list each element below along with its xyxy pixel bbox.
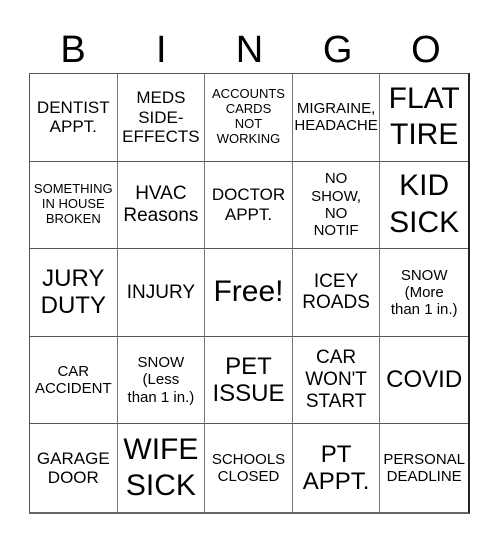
cell-label: JURY DUTY: [40, 264, 106, 320]
cell-label: INJURY: [126, 281, 196, 303]
cell-label: NO SHOW, NO NOTIF: [311, 170, 362, 240]
bingo-cell-i3[interactable]: INJURY: [117, 249, 206, 337]
cell-label: MIGRAINE, HEADACHE: [294, 100, 378, 135]
bingo-cell-o4[interactable]: COVID: [380, 337, 468, 425]
cell-label: PET ISSUE: [212, 352, 285, 408]
cell-label: CAR WON'T START: [305, 347, 367, 413]
cell-label: PT APPT.: [302, 440, 370, 496]
bingo-header: B I N G O: [29, 28, 470, 73]
cell-label: WIFE SICK: [123, 432, 199, 503]
cell-label: DENTIST APPT.: [36, 97, 110, 137]
cell-label: SNOW (More than 1 in.): [390, 266, 458, 319]
cell-label: KID SICK: [389, 169, 460, 239]
bingo-cell-n5[interactable]: SCHOOLS CLOSED: [205, 424, 293, 512]
cell-label: HVAC Reasons: [123, 183, 199, 226]
cell-label: SCHOOLS CLOSED: [211, 450, 286, 486]
cell-label: GARAGE DOOR: [36, 448, 110, 488]
bingo-cell-g5[interactable]: PT APPT.: [293, 424, 381, 512]
bingo-cell-b3[interactable]: JURY DUTY: [30, 249, 118, 337]
bingo-cell-g3[interactable]: ICEY ROADS: [292, 249, 381, 337]
bingo-cell-i4[interactable]: SNOW (Less than 1 in.): [117, 336, 206, 425]
cell-label: ACCOUNTS CARDS NOT WORKING: [212, 86, 285, 147]
cell-label: CAR ACCIDENT: [34, 362, 112, 398]
bingo-cell-o2[interactable]: KID SICK: [380, 162, 468, 250]
cell-label: Free!: [213, 275, 284, 309]
bingo-cell-o3[interactable]: SNOW (More than 1 in.): [380, 249, 468, 337]
bingo-cell-b4[interactable]: CAR ACCIDENT: [30, 336, 118, 425]
cell-label: COVID: [386, 366, 463, 394]
bingo-grid: DENTIST APPT. MEDS SIDE- EFFECTS ACCOUNTS …: [29, 73, 470, 514]
cell-label: DOCTOR APPT.: [211, 185, 286, 224]
bingo-cell-g1[interactable]: MIGRAINE, HEADACHE: [292, 74, 381, 162]
bingo-cell-g2[interactable]: NO SHOW, NO NOTIF: [292, 161, 381, 250]
bingo-cell-i5[interactable]: WIFE SICK: [118, 424, 206, 512]
bingo-cell-i2[interactable]: HVAC Reasons: [117, 161, 206, 250]
cell-label: SNOW (Less than 1 in.): [127, 354, 195, 406]
cell-label: FLAT TIRE: [388, 81, 460, 152]
bingo-cell-i1[interactable]: MEDS SIDE- EFFECTS: [117, 74, 206, 162]
cell-label: PERSONAL DEADLINE: [383, 450, 466, 486]
cell-label: SOMETHING IN HOUSE BROKEN: [33, 181, 113, 227]
bingo-cell-o5[interactable]: PERSONAL DEADLINE: [380, 424, 468, 512]
bingo-cell-n4[interactable]: PET ISSUE: [205, 336, 293, 425]
cell-label: ICEY ROADS: [302, 270, 370, 314]
header-letter-n: N: [235, 29, 264, 71]
header-letter-i: I: [156, 29, 167, 71]
cell-label: MEDS SIDE- EFFECTS: [122, 87, 200, 147]
header-letter-g: G: [322, 29, 353, 71]
bingo-cell-b1[interactable]: DENTIST APPT.: [30, 74, 118, 162]
bingo-cell-b5[interactable]: GARAGE DOOR: [30, 424, 118, 512]
bingo-cell-b2[interactable]: SOMETHING IN HOUSE BROKEN: [30, 161, 118, 250]
bingo-cell-o1[interactable]: FLAT TIRE: [380, 74, 468, 162]
bingo-cell-n1[interactable]: ACCOUNTS CARDS NOT WORKING: [205, 74, 293, 162]
bingo-cell-n2[interactable]: DOCTOR APPT.: [205, 161, 293, 250]
bingo-cell-g4[interactable]: CAR WON'T START: [292, 336, 381, 425]
header-letter-b: B: [60, 29, 86, 71]
free-space-cell[interactable]: Free!: [205, 249, 293, 337]
header-letter-o: O: [411, 29, 441, 71]
